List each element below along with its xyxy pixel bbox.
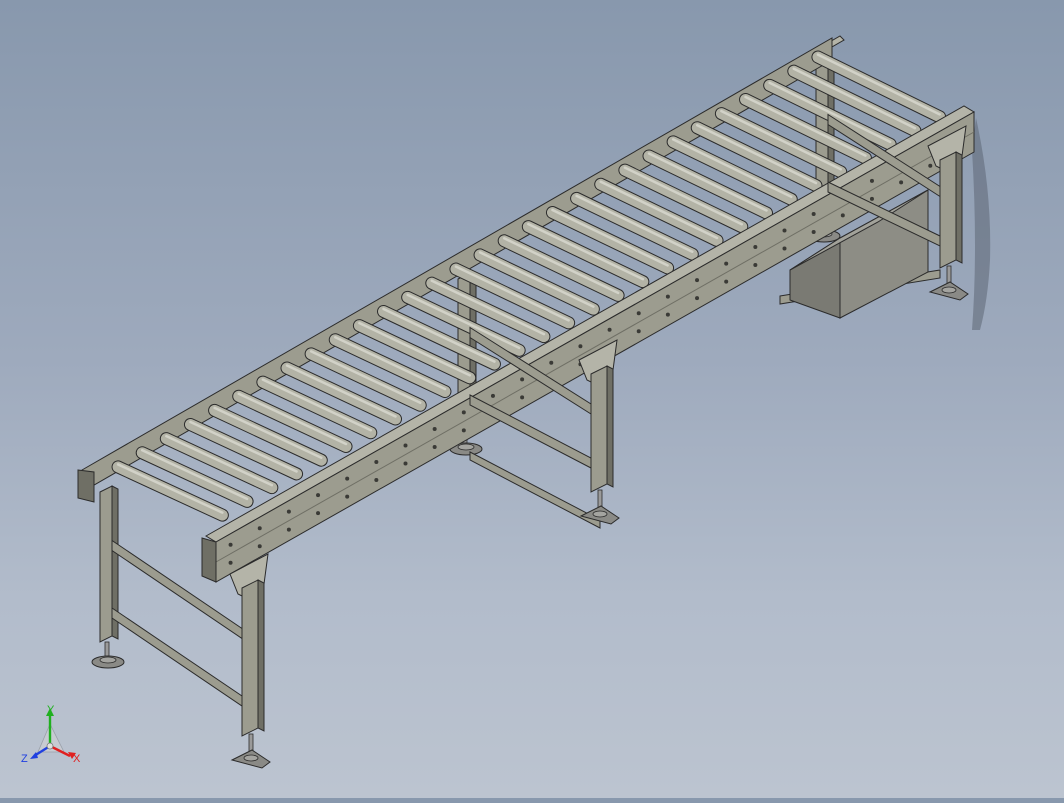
bolt-hole xyxy=(432,444,437,449)
bolt-hole xyxy=(403,461,408,466)
x-axis-label: X xyxy=(73,753,81,765)
leveling-screw xyxy=(597,489,603,509)
bolt-hole xyxy=(345,476,350,481)
bolt-hole xyxy=(257,526,262,531)
bolt-hole xyxy=(753,263,758,268)
bolt-hole xyxy=(286,527,291,532)
front-leg-post-side xyxy=(955,151,963,264)
foot-hub xyxy=(592,510,608,518)
front-leg-post xyxy=(241,579,259,737)
front-leg-post-side xyxy=(606,365,614,488)
front-leg-post xyxy=(939,151,957,269)
bolt-hole xyxy=(490,393,495,398)
bolt-hole xyxy=(316,493,321,498)
roller-body xyxy=(233,390,352,452)
roller-body xyxy=(112,461,228,521)
cad-viewport[interactable]: Y X Z xyxy=(0,0,1064,798)
bolt-hole xyxy=(520,395,525,400)
bolt-hole xyxy=(665,312,670,317)
longitudinal-brace xyxy=(469,451,601,529)
back-leg-post xyxy=(99,485,113,643)
bolt-hole xyxy=(578,344,583,349)
foot-hub xyxy=(457,443,475,451)
bolt-hole xyxy=(374,478,379,483)
leveling-screw xyxy=(946,265,952,285)
roller-body xyxy=(353,320,476,384)
bolt-hole xyxy=(520,377,525,382)
roller-highlight xyxy=(816,53,941,116)
bolt-hole xyxy=(840,213,845,218)
bolt-hole xyxy=(374,460,379,465)
bolt-hole xyxy=(695,296,700,301)
bolt-hole xyxy=(257,544,262,549)
bolt-hole xyxy=(928,163,933,168)
y-axis-label: Y xyxy=(47,704,55,716)
conveyor-model[interactable] xyxy=(0,0,1064,798)
roller-body xyxy=(209,404,327,466)
cross-brace xyxy=(469,394,592,469)
bolt-hole xyxy=(782,228,787,233)
foot-hub xyxy=(99,656,117,664)
roller-body xyxy=(329,334,451,398)
bolt-hole xyxy=(345,494,350,499)
bolt-hole xyxy=(695,278,700,283)
bolt-hole xyxy=(869,196,874,201)
bolt-hole xyxy=(607,327,612,332)
back-leg xyxy=(91,485,125,669)
bolt-hole xyxy=(811,229,816,234)
foot-hub xyxy=(243,754,259,762)
roller-body xyxy=(136,447,253,507)
bolt-hole xyxy=(403,443,408,448)
bolt-hole xyxy=(899,180,904,185)
bolt-hole xyxy=(228,542,233,547)
front-rail-top xyxy=(205,105,975,543)
front-leg-post-side xyxy=(257,579,265,732)
bolt-hole xyxy=(549,360,554,365)
front-leg xyxy=(578,339,620,525)
leveling-screw xyxy=(248,733,254,753)
shadow-layer xyxy=(972,118,991,330)
roller-body xyxy=(257,376,377,439)
roller-body xyxy=(281,362,401,425)
bolt-hole xyxy=(753,245,758,250)
view-orientation-triad[interactable]: Y X Z xyxy=(16,702,86,772)
roller-body xyxy=(305,348,426,411)
bolt-hole xyxy=(665,294,670,299)
z-axis-label: Z xyxy=(21,753,28,765)
back-rail-end-cap xyxy=(77,469,95,503)
front-leg xyxy=(229,553,271,769)
bolt-hole xyxy=(636,329,641,334)
bolt-hole xyxy=(636,311,641,316)
bolt-hole xyxy=(316,511,321,516)
front-leg-post xyxy=(590,365,608,493)
bolt-hole xyxy=(782,246,787,251)
bolt-hole xyxy=(432,426,437,431)
bolt-hole xyxy=(228,560,233,565)
bolt-hole xyxy=(724,261,729,266)
far-end-shadow xyxy=(972,118,991,330)
roller-body xyxy=(184,419,303,480)
bolt-hole xyxy=(461,428,466,433)
triad-origin xyxy=(46,742,54,750)
roller-body xyxy=(160,433,278,494)
foot-hub xyxy=(941,286,957,294)
front-rail-end-cap xyxy=(201,537,217,583)
bolt-hole xyxy=(461,410,466,415)
bolt-hole xyxy=(286,509,291,514)
bolt-hole xyxy=(811,211,816,216)
bolt-hole xyxy=(724,279,729,284)
bolt-hole xyxy=(869,178,874,183)
